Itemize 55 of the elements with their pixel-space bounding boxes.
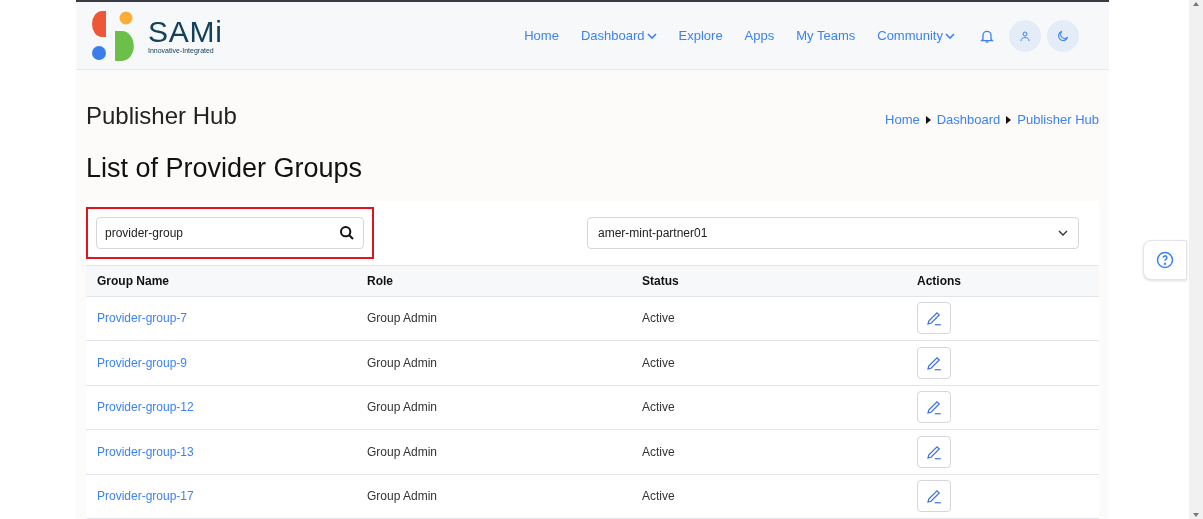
edit-button[interactable] — [917, 435, 951, 468]
logo-icon — [92, 10, 136, 61]
group-link[interactable]: Provider-group-13 — [97, 442, 194, 461]
breadcrumb-link[interactable]: Dashboard — [936, 110, 1001, 130]
group-link[interactable]: Provider-group-9 — [97, 353, 188, 372]
table-cell-text: Group Admin — [367, 488, 438, 506]
group-link[interactable]: Provider-group-12 — [97, 398, 194, 417]
breadcrumb-link[interactable]: Home — [885, 110, 920, 130]
nav-dropdown[interactable]: Dashboard — [580, 25, 657, 46]
edit-button[interactable] — [917, 302, 951, 335]
column-header: Role — [367, 272, 394, 290]
chevron-down-icon — [945, 30, 955, 41]
scroll-down-icon[interactable] — [1192, 511, 1200, 519]
pencil-icon — [925, 487, 943, 506]
help-icon — [1156, 251, 1174, 269]
nav-link[interactable]: Home — [524, 25, 559, 46]
table-cell-text: Active — [642, 488, 675, 506]
pencil-icon — [925, 398, 943, 417]
nav-dropdown[interactable]: Community — [877, 25, 955, 46]
chevron-down-icon — [646, 30, 657, 41]
moon-icon — [1056, 28, 1070, 43]
scroll-up-icon[interactable] — [1192, 0, 1200, 8]
page-title: Publisher Hub — [86, 101, 237, 131]
column-header: Status — [642, 272, 680, 290]
table-cell-text: Active — [642, 354, 675, 372]
person-icon — [1019, 29, 1031, 42]
table-cell-text: Active — [642, 310, 675, 328]
group-link[interactable]: Provider-group-7 — [97, 309, 188, 328]
dark-mode-button[interactable] — [1047, 19, 1079, 52]
nav-link[interactable]: Explore — [678, 25, 723, 46]
table-cell-text: Group Admin — [367, 354, 438, 372]
help-button[interactable] — [1143, 240, 1187, 280]
table-cell-text: Group Admin — [367, 443, 438, 461]
column-header: Actions — [917, 272, 962, 290]
nav-link[interactable]: Apps — [744, 25, 775, 46]
edit-button[interactable] — [917, 346, 951, 379]
profile-button[interactable] — [1009, 19, 1041, 52]
table-cell-text: Active — [642, 399, 675, 417]
column-header: Group Name — [97, 272, 170, 290]
page-heading: List of Provider Groups — [86, 152, 364, 185]
logo-name: SAMi — [148, 17, 223, 47]
breadcrumb-link[interactable]: Publisher Hub — [1017, 110, 1099, 130]
nav-link[interactable]: My Teams — [796, 25, 856, 46]
table-cell-text: Group Admin — [367, 310, 438, 328]
table-cell-text: Group Admin — [367, 399, 438, 417]
search-icon[interactable] — [339, 224, 355, 241]
caret-right-icon — [1006, 116, 1012, 124]
edit-button[interactable] — [917, 480, 951, 513]
group-link[interactable]: Provider-group-17 — [97, 487, 194, 506]
partner-select[interactable]: amer-mint-partner01 — [587, 216, 1079, 249]
edit-button[interactable] — [917, 391, 951, 424]
pencil-icon — [925, 309, 943, 328]
caret-right-icon — [925, 116, 931, 124]
table-cell-text: Active — [642, 443, 675, 461]
search-field[interactable]: provider-group — [96, 216, 364, 249]
